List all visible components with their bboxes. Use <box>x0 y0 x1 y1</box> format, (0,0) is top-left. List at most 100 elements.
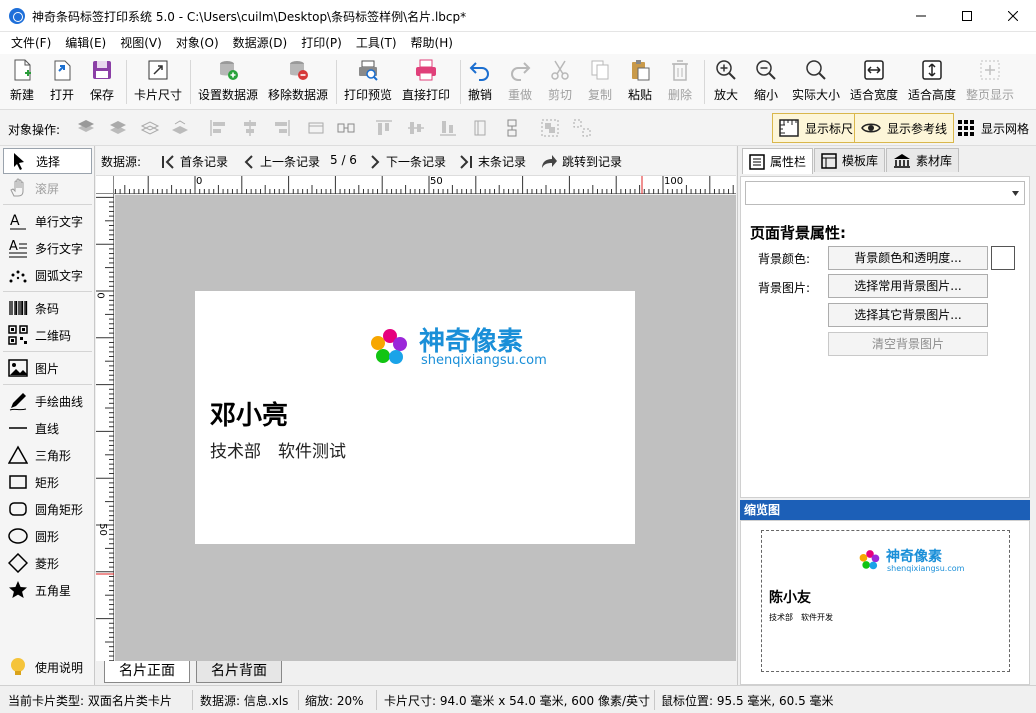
set-datasource-button[interactable]: 设置数据源 <box>198 58 258 106</box>
zoom-out-button[interactable]: 缩小 <box>754 58 778 106</box>
show-guides-toggle[interactable]: 显示参考线 <box>854 113 955 143</box>
close-icon <box>1008 11 1018 21</box>
tool-round-rect[interactable]: 圆角矩形 <box>3 496 92 522</box>
tool-image[interactable]: 图片 <box>3 355 92 381</box>
tab-properties[interactable]: 属性栏 <box>742 148 814 174</box>
align-center-icon[interactable] <box>240 118 260 138</box>
tool-select[interactable]: 选择 <box>3 148 92 174</box>
same-height-icon[interactable] <box>502 118 522 138</box>
bg-image-other-button[interactable]: 选择其它背景图片... <box>828 303 988 327</box>
distribute-vertical-icon[interactable] <box>470 118 490 138</box>
ellipse-icon <box>8 528 28 544</box>
tool-triangle[interactable]: 三角形 <box>3 442 92 468</box>
bg-color-button[interactable]: 背景颜色和透明度... <box>828 246 988 270</box>
tool-barcode[interactable]: 条码 <box>3 295 92 321</box>
align-middle-icon[interactable] <box>406 118 426 138</box>
tab-card-front[interactable]: 名片正面 <box>104 661 190 683</box>
tool-rectangle[interactable]: 矩形 <box>3 469 92 495</box>
next-record-button[interactable]: 下一条记录 <box>368 153 446 170</box>
align-bottom-icon[interactable] <box>438 118 458 138</box>
bg-image-common-button[interactable]: 选择常用背景图片... <box>828 274 988 298</box>
thumbnail-card[interactable]: 神奇像素 shenqixiangsu.com 陈小友 技术部 软件开发 <box>761 530 1010 672</box>
align-right-icon[interactable] <box>272 118 292 138</box>
horizontal-ruler: 0 50 100 <box>114 176 736 194</box>
group-icon[interactable] <box>540 118 560 138</box>
tool-ellipse[interactable]: 圆形 <box>3 523 92 549</box>
tool-qrcode[interactable]: 二维码 <box>3 322 92 348</box>
last-record-button[interactable]: 末条记录 <box>458 153 526 170</box>
tab-card-back[interactable]: 名片背面 <box>196 661 282 683</box>
open-button[interactable]: 打开 <box>50 58 74 106</box>
card-dept-title[interactable]: 技术部 软件测试 <box>210 437 346 462</box>
fit-width-button[interactable]: 适合宽度 <box>850 58 898 106</box>
menu-view[interactable]: 视图(V) <box>113 32 169 54</box>
first-record-button[interactable]: 首条记录 <box>160 153 228 170</box>
show-ruler-toggle[interactable]: 显示标尺 <box>772 113 861 143</box>
bg-color-swatch[interactable] <box>991 246 1015 270</box>
h-ruler-label-0: 0 <box>196 176 203 187</box>
zoom-in-button[interactable]: 放大 <box>714 58 738 106</box>
align-top-icon[interactable] <box>374 118 394 138</box>
tool-line[interactable]: 直线 <box>3 415 92 441</box>
tab-templates[interactable]: 模板库 <box>814 148 886 172</box>
thumb-logo-text: 神奇像素 <box>886 549 942 565</box>
fit-height-button[interactable]: 适合高度 <box>908 58 956 106</box>
bring-forward-icon[interactable] <box>108 118 128 138</box>
menu-tools[interactable]: 工具(T) <box>349 32 404 54</box>
tool-diamond[interactable]: 菱形 <box>3 550 92 576</box>
jump-record-button[interactable]: 跳转到记录 <box>540 153 622 170</box>
bring-front-icon[interactable] <box>76 118 96 138</box>
send-backward-icon[interactable] <box>140 118 160 138</box>
tool-star[interactable]: 五角星 <box>3 577 92 603</box>
tool-single-text[interactable]: A 单行文字 <box>3 208 92 234</box>
close-button[interactable] <box>990 0 1036 32</box>
card-size-button[interactable]: 卡片尺寸 <box>134 58 182 106</box>
copy-button[interactable]: 复制 <box>588 58 612 106</box>
ungroup-icon[interactable] <box>572 118 592 138</box>
menu-object[interactable]: 对象(O) <box>169 32 226 54</box>
undo-button[interactable]: 撤销 <box>468 58 492 106</box>
distribute-horizontal-icon[interactable] <box>306 118 326 138</box>
magnifier-icon <box>806 60 826 80</box>
status-zoom: 缩放: 20% <box>305 694 364 708</box>
tool-pan[interactable]: 滚屏 <box>3 175 92 201</box>
tool-arc-text[interactable]: 圆弧文字 <box>3 262 92 288</box>
send-back-icon[interactable] <box>170 118 190 138</box>
tool-freehand[interactable]: 手绘曲线 <box>3 388 92 414</box>
new-button[interactable]: 新建 <box>10 58 34 106</box>
status-separator <box>192 690 193 710</box>
cut-button[interactable]: 剪切 <box>548 58 572 106</box>
show-grid-toggle[interactable]: 显示网格 <box>950 113 1036 143</box>
menu-datasource[interactable]: 数据源(D) <box>226 32 295 54</box>
business-card-front[interactable]: 神奇像素 shenqixiangsu.com 邓小亮 技术部 软件测试 <box>195 291 635 544</box>
tab-assets[interactable]: 素材库 <box>886 148 960 172</box>
maximize-button[interactable] <box>944 0 990 32</box>
print-preview-button[interactable]: 打印预览 <box>344 58 392 106</box>
direct-print-button[interactable]: 直接打印 <box>402 58 450 106</box>
thumb-logo-url: shenqixiangsu.com <box>887 564 965 573</box>
redo-button[interactable]: 重做 <box>508 58 532 106</box>
menu-help[interactable]: 帮助(H) <box>404 32 460 54</box>
menu-print[interactable]: 打印(P) <box>294 32 349 54</box>
save-button[interactable]: 保存 <box>90 58 114 106</box>
same-width-icon[interactable] <box>336 118 356 138</box>
paste-button[interactable]: 粘贴 <box>628 58 652 106</box>
status-card-type: 当前卡片类型: 双面名片类卡片 <box>8 694 172 708</box>
bg-image-clear-button[interactable]: 清空背景图片 <box>828 332 988 356</box>
card-name[interactable]: 邓小亮 <box>210 395 288 432</box>
help-button[interactable]: 使用说明 <box>3 654 92 680</box>
minimize-button[interactable] <box>898 0 944 32</box>
status-separator <box>654 690 655 710</box>
redo-icon <box>511 62 531 81</box>
actual-size-button[interactable]: 实际大小 <box>792 58 840 106</box>
delete-button[interactable]: 删除 <box>668 58 692 106</box>
tool-multi-text[interactable]: A 多行文字 <box>3 235 92 261</box>
fit-page-button[interactable]: 整页显示 <box>966 58 1014 106</box>
align-left-icon[interactable] <box>208 118 228 138</box>
thumb-dept-title: 技术部 软件开发 <box>769 613 833 622</box>
menu-file[interactable]: 文件(F) <box>4 32 58 54</box>
menu-edit[interactable]: 编辑(E) <box>58 32 113 54</box>
prev-record-button[interactable]: 上一条记录 <box>242 153 320 170</box>
object-selector-dropdown[interactable] <box>745 181 1025 205</box>
remove-datasource-button[interactable]: 移除数据源 <box>268 58 328 106</box>
